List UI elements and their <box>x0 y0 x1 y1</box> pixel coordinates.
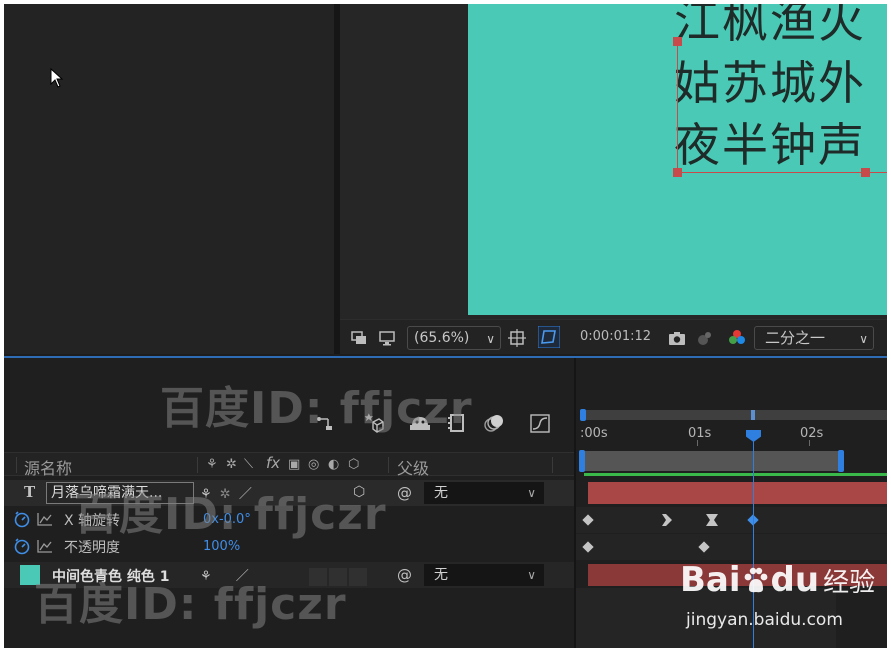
shy-switch-icon[interactable]: ⚘ <box>206 457 218 472</box>
ruler-label: :00s <box>580 426 608 441</box>
parent-pick-whip-icon[interactable]: @ <box>397 566 412 584</box>
timeline-tracks[interactable]: :00s 01s 02s <box>574 358 887 648</box>
work-area-start-handle[interactable] <box>579 450 585 472</box>
property-track-x-rotation <box>576 507 887 533</box>
switch-box <box>349 567 367 586</box>
parent-dropdown[interactable]: 无 ∨ <box>424 564 544 586</box>
zoom-dropdown[interactable]: (65.6%) ∨ <box>407 326 501 350</box>
chevron-down-icon: ∨ <box>527 568 536 582</box>
ruler-label: 01s <box>688 426 712 441</box>
column-separator <box>388 457 389 473</box>
chevron-down-icon: ∨ <box>486 332 495 346</box>
motion-blur-switch-icon[interactable]: ◎ <box>308 457 319 472</box>
navigator-start-handle[interactable] <box>580 409 586 421</box>
navigator-playhead-marker <box>751 410 755 420</box>
keyframe-ease-icon[interactable] <box>662 514 672 526</box>
playhead-handle[interactable] <box>746 430 761 442</box>
graph-toggle-icon[interactable] <box>37 539 53 553</box>
column-separator <box>552 457 553 473</box>
ruler-tick <box>697 440 698 446</box>
keyframe-hold-icon[interactable] <box>706 514 718 526</box>
property-track-opacity <box>576 534 887 560</box>
grid-guides-icon[interactable] <box>508 329 526 347</box>
time-navigator[interactable] <box>582 410 887 420</box>
parent-value: 无 <box>434 567 448 583</box>
show-snapshot-icon[interactable] <box>696 329 714 347</box>
composition-viewer[interactable]: 江枫渔火 姑苏城外 夜半钟声 <box>340 4 887 319</box>
transform-handle-top-left[interactable] <box>673 37 682 46</box>
paw-icon <box>744 567 767 593</box>
collapse-switch-icon[interactable]: ✲ <box>226 457 237 472</box>
transform-handle-bottom-left[interactable] <box>673 168 682 177</box>
resolution-value: 二分之一 <box>765 329 826 347</box>
camera-snapshot-icon[interactable] <box>668 329 686 347</box>
stopwatch-icon[interactable] <box>13 537 31 555</box>
render-cache-indicator <box>584 473 887 476</box>
adjustment-switch-icon[interactable]: ◐ <box>328 457 339 472</box>
watermark-baidu-id: 百度ID: ffjczr <box>74 489 387 540</box>
composition-canvas[interactable]: 江枫渔火 姑苏城外 夜半钟声 <box>468 4 887 315</box>
source-name-column[interactable]: 源名称 <box>24 455 72 479</box>
viewer-toolbar: (65.6%) ∨ 0:00:01:12 二分之一 ∨ <box>340 319 887 354</box>
monitor-icon[interactable] <box>378 329 396 347</box>
text-layer-icon: T <box>24 483 36 501</box>
quality-switch-icon[interactable]: ⟍ <box>244 457 253 472</box>
parent-column[interactable]: 父级 <box>397 455 429 479</box>
chevron-down-icon: ∨ <box>527 486 536 500</box>
baidu-jingyan-logo: Bai du 经验 <box>680 560 875 600</box>
layer-bar-text[interactable] <box>588 482 887 504</box>
always-preview-icon[interactable] <box>350 329 368 347</box>
column-separator <box>197 457 198 473</box>
zoom-value: (65.6%) <box>414 330 470 346</box>
watermark-baidu-id: 百度ID: ffjczr <box>160 383 473 434</box>
mouse-cursor-icon <box>50 68 64 88</box>
stopwatch-icon[interactable] <box>13 510 31 528</box>
baidu-url: jingyan.baidu.com <box>686 610 843 630</box>
layer-bounding-box <box>673 37 887 177</box>
ruler-tick <box>809 440 810 446</box>
work-area-end-handle[interactable] <box>838 450 844 472</box>
parent-dropdown[interactable]: 无 ∨ <box>424 482 544 504</box>
work-area-bar[interactable] <box>582 451 840 471</box>
current-timecode[interactable]: 0:00:01:12 <box>580 329 651 344</box>
project-panel[interactable] <box>4 4 334 354</box>
baidu-wordmark: Bai <box>680 560 741 600</box>
transform-handle-bottom-mid[interactable] <box>861 168 870 177</box>
3d-layer-switch-icon[interactable]: ⬡ <box>348 457 359 472</box>
after-effects-window: 江枫渔火 姑苏城外 夜半钟声 (65.6%) ∨ 0:00:01:12 二分之一… <box>4 4 887 648</box>
parent-value: 无 <box>434 485 448 501</box>
chevron-down-icon: ∨ <box>859 332 868 346</box>
frame-blend-switch-icon[interactable]: ▣ <box>288 457 300 472</box>
graph-toggle-icon[interactable] <box>37 512 53 526</box>
ruler-label: 02s <box>800 426 824 441</box>
graph-editor-icon[interactable] <box>529 412 551 434</box>
jingyan-text: 经验 <box>823 568 876 598</box>
effects-switch-icon[interactable]: fx <box>266 454 280 472</box>
watermark-baidu-id: 百度ID: ffjczr <box>34 579 347 630</box>
resolution-dropdown[interactable]: 二分之一 ∨ <box>754 326 874 350</box>
parent-pick-whip-icon[interactable]: @ <box>397 484 412 502</box>
motion-blur-icon[interactable] <box>482 412 504 434</box>
layer-column-header: 源名称 ⚘ ✲ ⟍ fx ▣ ◎ ◐ ⬡ 父级 <box>4 452 574 479</box>
baidu-wordmark-suffix: du <box>770 560 820 600</box>
column-separator <box>16 457 17 473</box>
mask-visibility-icon[interactable] <box>538 326 560 348</box>
channel-color-icon[interactable] <box>728 329 746 347</box>
